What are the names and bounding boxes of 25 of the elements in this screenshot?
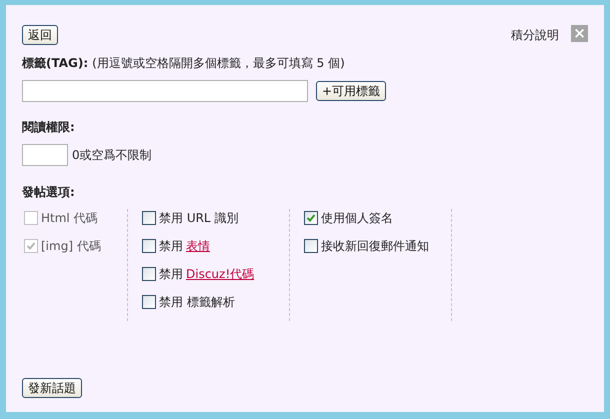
available-tags-button[interactable]: +可用標籤 (316, 81, 386, 101)
option-link[interactable]: Discuz!代碼 (186, 265, 254, 283)
read-permission-hint: 0或空爲不限制 (72, 147, 152, 164)
option-item[interactable]: 使用個人簽名 (304, 209, 439, 227)
read-permission-label: 閱讀權限: (22, 119, 76, 136)
read-permission-input[interactable] (22, 144, 68, 166)
option-item[interactable]: 禁用 Discuz!代碼 (142, 265, 277, 283)
tag-label: 標籤(TAG): (22, 55, 88, 72)
checkbox[interactable] (142, 211, 156, 225)
submit-button[interactable]: 發新話題 (22, 378, 82, 398)
post-options-label: 發帖選項: (22, 184, 76, 201)
checkbox[interactable] (142, 239, 156, 253)
tag-input[interactable] (22, 80, 308, 102)
option-item[interactable]: 禁用 表情 (142, 237, 277, 255)
back-button[interactable]: 返回 (22, 25, 58, 45)
option-item[interactable]: 禁用 URL 識別 (142, 209, 277, 227)
option-link[interactable]: 表情 (186, 237, 210, 255)
checkbox[interactable] (142, 267, 156, 281)
checkbox[interactable] (142, 295, 156, 309)
checkbox[interactable] (304, 211, 318, 225)
tag-hint: (用逗號或空格隔開多個標籤，最多可填寫 5 個) (92, 55, 345, 72)
option-item[interactable]: 接收新回復郵件通知 (304, 237, 439, 255)
option-item[interactable]: 禁用 標籤解析 (142, 293, 277, 311)
checkbox[interactable] (304, 239, 318, 253)
credits-link[interactable]: 積分說明 (511, 26, 559, 44)
